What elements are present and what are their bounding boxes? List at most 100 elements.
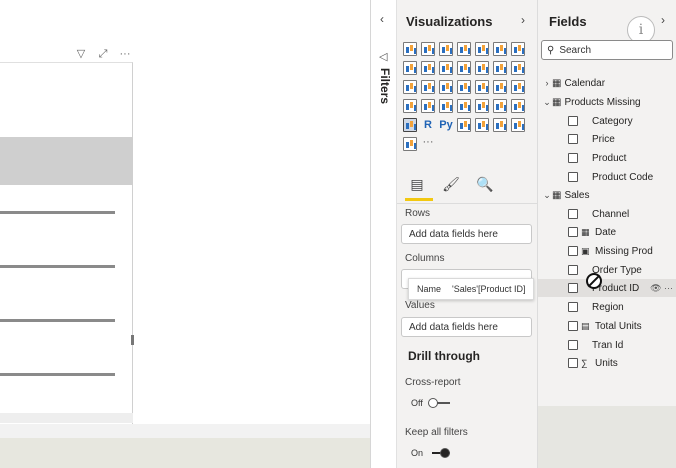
fields-tab-icon[interactable]: ▤: [407, 176, 427, 193]
table-icon: ▦: [552, 96, 562, 108]
pie-chart-icon[interactable]: [421, 80, 435, 94]
visualizations-collapse-icon[interactable]: ›: [521, 13, 525, 27]
python-visual-icon[interactable]: Py: [439, 118, 453, 132]
r-visual-icon[interactable]: R: [421, 118, 435, 132]
format-tab-icon[interactable]: 🖌: [441, 176, 461, 193]
chevron-down-icon[interactable]: ⌄: [538, 190, 552, 201]
field-total-units[interactable]: ▤ Total Units: [538, 317, 676, 335]
report-page[interactable]: ▽ ⤢ ···: [0, 0, 370, 428]
field-units[interactable]: ∑ Units: [538, 354, 676, 372]
field-checkbox[interactable]: [568, 302, 578, 312]
filter-icon: ◁: [379, 51, 388, 63]
stacked-bar-chart-icon[interactable]: [403, 42, 417, 56]
decomposition-tree-icon[interactable]: [475, 118, 489, 132]
waterfall-chart-icon[interactable]: [493, 61, 507, 75]
field-product-id[interactable]: Product ID 👁 ···: [538, 279, 676, 297]
paginated-report-icon[interactable]: [403, 137, 417, 151]
map-icon[interactable]: [475, 80, 489, 94]
clustered-column-chart-icon[interactable]: [457, 42, 471, 56]
field-checkbox[interactable]: [568, 283, 578, 293]
area-chart-icon[interactable]: [403, 61, 417, 75]
calendar-icon: ▦: [581, 226, 590, 237]
analytics-tab-icon[interactable]: 🔍: [475, 176, 495, 193]
field-checkbox[interactable]: [568, 116, 578, 126]
field-checkbox[interactable]: [568, 172, 578, 182]
focus-mode-icon[interactable]: ⤢: [96, 48, 110, 60]
stacked-column-chart-icon[interactable]: [421, 42, 435, 56]
filters-pane-label[interactable]: Filters: [378, 68, 392, 104]
treemap-icon[interactable]: [457, 80, 471, 94]
field-category[interactable]: Category: [538, 112, 676, 130]
field-date[interactable]: ▦ Date: [538, 223, 676, 241]
field-price[interactable]: Price: [538, 130, 676, 148]
filters-pane[interactable]: ‹ ◁ Filters: [370, 0, 397, 468]
gauge-icon[interactable]: [421, 99, 435, 113]
line-chart-icon[interactable]: [511, 42, 525, 56]
cross-report-state: Off: [411, 398, 423, 408]
fields-collapse-icon[interactable]: ›: [661, 13, 665, 27]
table-products-missing[interactable]: ⌄ ▦ Products Missing: [538, 93, 676, 111]
key-influencers-icon[interactable]: [457, 118, 471, 132]
field-checkbox[interactable]: [568, 153, 578, 163]
multi-row-card-icon[interactable]: [457, 99, 471, 113]
funnel-icon[interactable]: ▽: [74, 48, 88, 60]
field-row-actions[interactable]: 👁 ···: [650, 283, 673, 294]
field-checkbox[interactable]: [568, 265, 578, 275]
clustered-bar-chart-icon[interactable]: [439, 42, 453, 56]
field-checkbox[interactable]: [568, 246, 578, 256]
azure-map-icon[interactable]: [403, 99, 417, 113]
table-icon[interactable]: [511, 99, 525, 113]
field-product-code[interactable]: Product Code: [538, 168, 676, 186]
line-clustered-column-icon[interactable]: [457, 61, 471, 75]
chevron-down-icon[interactable]: ⌄: [538, 97, 552, 108]
card-icon[interactable]: [439, 99, 453, 113]
matrix-visual[interactable]: [0, 62, 133, 428]
filters-collapse-icon[interactable]: ‹: [380, 12, 384, 26]
more-visuals-icon[interactable]: ···: [421, 137, 435, 151]
visual-resize-handle[interactable]: [131, 335, 134, 345]
measure-calculator-icon: ▤: [581, 320, 590, 331]
donut-chart-icon[interactable]: [439, 80, 453, 94]
stacked-area-chart-icon[interactable]: [421, 61, 435, 75]
funnel-chart-icon[interactable]: [511, 61, 525, 75]
field-checkbox[interactable]: [568, 340, 578, 350]
field-checkbox[interactable]: [568, 134, 578, 144]
field-order-type[interactable]: Order Type: [538, 261, 676, 279]
no-drop-cursor-icon: [586, 273, 602, 289]
filled-map-icon[interactable]: [493, 80, 507, 94]
more-options-icon[interactable]: ···: [118, 48, 132, 60]
line-column-chart-icon[interactable]: [439, 61, 453, 75]
matrix-icon[interactable]: [403, 118, 417, 132]
ribbon-chart-icon[interactable]: [475, 61, 489, 75]
cross-report-toggle-row[interactable]: Off: [411, 398, 450, 408]
field-region[interactable]: Region: [538, 298, 676, 316]
slicer-icon[interactable]: [493, 99, 507, 113]
field-channel[interactable]: Channel: [538, 205, 676, 223]
100-bar-chart-icon[interactable]: [475, 42, 489, 56]
matrix-row-line: [0, 211, 115, 214]
keep-all-filters-label: Keep all filters: [405, 427, 468, 438]
field-missing-prod[interactable]: ▣ Missing Prod: [538, 242, 676, 260]
field-product[interactable]: Product: [538, 149, 676, 167]
keep-all-filters-toggle[interactable]: [428, 448, 451, 458]
table-sales[interactable]: ⌄ ▦ Sales: [538, 186, 676, 204]
field-checkbox[interactable]: [568, 209, 578, 219]
keep-all-filters-toggle-row[interactable]: On: [411, 448, 451, 458]
cross-report-toggle[interactable]: [427, 398, 450, 408]
kpi-icon[interactable]: [475, 99, 489, 113]
rows-well[interactable]: Add data fields here: [401, 224, 532, 244]
field-checkbox[interactable]: [568, 227, 578, 237]
matrix-row-line: [0, 373, 115, 376]
field-checkbox[interactable]: [568, 321, 578, 331]
qa-icon[interactable]: [493, 118, 507, 132]
field-tran-id[interactable]: Tran Id: [538, 336, 676, 354]
values-well[interactable]: Add data fields here: [401, 317, 532, 337]
100-column-chart-icon[interactable]: [493, 42, 507, 56]
scatter-chart-icon[interactable]: [403, 80, 417, 94]
fields-search-input[interactable]: ⚲ Search: [541, 40, 673, 60]
field-checkbox[interactable]: [568, 358, 578, 368]
chevron-right-icon[interactable]: ›: [538, 78, 552, 88]
table-calendar[interactable]: › ▦ Calendar: [538, 74, 676, 92]
smart-narrative-icon[interactable]: [511, 118, 525, 132]
shape-map-icon[interactable]: [511, 80, 525, 94]
